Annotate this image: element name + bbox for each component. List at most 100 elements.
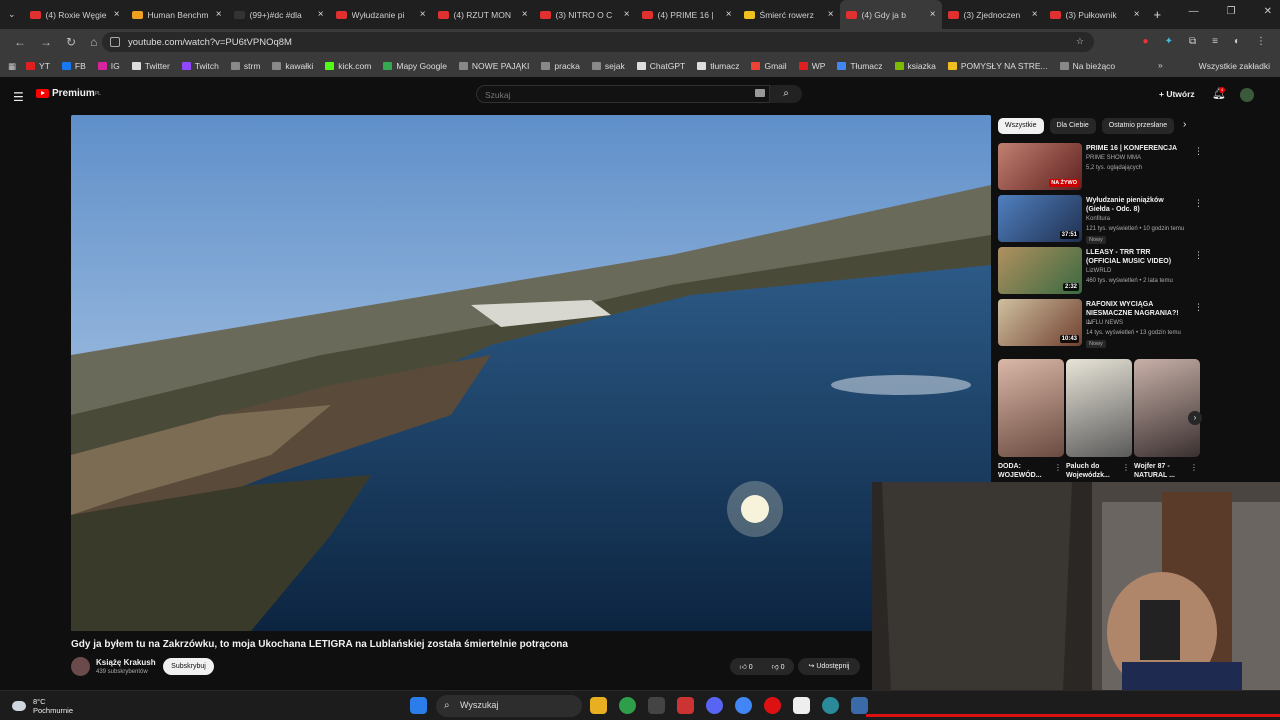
shorts-next-icon[interactable]: › bbox=[1188, 411, 1202, 425]
channel-avatar[interactable] bbox=[71, 657, 90, 676]
browser-tab[interactable]: (3) Pułkownik × bbox=[1044, 0, 1146, 29]
browser-tab[interactable]: (4) RZUT MON × bbox=[432, 0, 534, 29]
channel-name[interactable]: Książę Krakush bbox=[96, 658, 156, 667]
reload-icon[interactable]: ↻ bbox=[66, 35, 76, 49]
opera-icon[interactable] bbox=[764, 697, 781, 714]
browser-tab[interactable]: (3) Zjednoczen × bbox=[942, 0, 1044, 29]
bookmark-item[interactable]: NOWE PAJĄKI bbox=[458, 61, 529, 71]
recommended-video[interactable]: NA ŻYWO PRIME 16 | KONFERENCJA PRIME SHOW … bbox=[998, 143, 1203, 193]
bookmark-item[interactable]: kick.com bbox=[325, 61, 371, 71]
site-info-icon[interactable] bbox=[110, 37, 120, 47]
back-icon[interactable]: ← bbox=[14, 35, 26, 49]
extension-icon[interactable]: ✦ bbox=[1165, 36, 1173, 47]
bookmark-item[interactable]: ksiazka bbox=[894, 61, 936, 71]
chrome-icon[interactable] bbox=[735, 697, 752, 714]
short-thumbnail[interactable] bbox=[1066, 359, 1132, 457]
maximize-button[interactable]: ❐ bbox=[1227, 6, 1236, 17]
more-options-icon[interactable]: ⋮ bbox=[1122, 463, 1130, 472]
app-icon[interactable] bbox=[822, 697, 839, 714]
close-tab-icon[interactable]: × bbox=[114, 9, 120, 20]
bookmark-item[interactable]: strm bbox=[230, 61, 260, 71]
browser-tab[interactable]: Wyłudzanie pi × bbox=[330, 0, 432, 29]
chips-next-icon[interactable]: › bbox=[1183, 119, 1186, 130]
more-options-icon[interactable]: ⋮ bbox=[1194, 198, 1203, 209]
close-tab-icon[interactable]: × bbox=[624, 9, 630, 20]
browser-tab[interactable]: (99+)#dc #dla × bbox=[228, 0, 330, 29]
browser-tab[interactable]: Śmierć rowerz × bbox=[738, 0, 840, 29]
close-tab-icon[interactable]: × bbox=[420, 9, 426, 20]
filter-chip[interactable]: Dla Ciebie bbox=[1049, 118, 1096, 134]
minimize-button[interactable]: — bbox=[1189, 6, 1199, 17]
dislike-button[interactable]: 👎︎ 0 bbox=[772, 662, 785, 671]
browser-tab[interactable]: (4) Gdy ja b × bbox=[839, 0, 942, 29]
recommended-video[interactable]: 2:32 LLEASY - TRR TRR (OFFICIAL MUSIC VID… bbox=[998, 247, 1203, 297]
filter-chip[interactable]: Wszystkie bbox=[998, 118, 1044, 134]
like-button[interactable]: 👍︎ 0 bbox=[739, 662, 752, 671]
file-explorer-icon[interactable] bbox=[590, 697, 607, 714]
video-thumbnail[interactable]: NA ŻYWO bbox=[998, 143, 1082, 190]
search-button[interactable]: ⌕ bbox=[770, 85, 802, 103]
bookmark-item[interactable]: Twitter bbox=[131, 61, 170, 71]
app-icon[interactable] bbox=[793, 697, 810, 714]
weather-widget[interactable]: 8°C Pochmurnie bbox=[12, 697, 73, 715]
video-thumbnail[interactable]: 37:51 bbox=[998, 195, 1082, 242]
media-icon[interactable]: ≡ bbox=[1212, 36, 1218, 47]
more-options-icon[interactable]: ⋮ bbox=[1194, 302, 1203, 313]
close-tab-icon[interactable]: × bbox=[930, 9, 936, 20]
close-tab-icon[interactable]: × bbox=[1032, 9, 1038, 20]
close-tab-icon[interactable]: × bbox=[522, 9, 528, 20]
bookmark-item[interactable]: tłumacz bbox=[697, 61, 739, 71]
bookmark-item[interactable]: POMYSŁY NA STRE... bbox=[947, 61, 1048, 71]
short-title[interactable]: DODA: WOJEWÓD... bbox=[998, 462, 1054, 480]
home-icon[interactable]: ⌂ bbox=[90, 35, 97, 49]
share-button[interactable]: ↪ Udostępnij bbox=[798, 658, 860, 675]
more-bookmarks-icon[interactable]: » bbox=[1158, 60, 1163, 70]
discord-icon[interactable] bbox=[706, 697, 723, 714]
close-window-button[interactable]: ✕ bbox=[1264, 6, 1272, 17]
menu-icon[interactable]: ⋮ bbox=[1256, 36, 1266, 47]
forward-icon[interactable]: → bbox=[40, 35, 52, 49]
profile-icon[interactable]: ◐ bbox=[1234, 36, 1240, 47]
more-options-icon[interactable]: ⋮ bbox=[1194, 146, 1203, 157]
new-tab-button[interactable]: + bbox=[1154, 7, 1162, 22]
video-thumbnail[interactable]: 2:32 bbox=[998, 247, 1082, 294]
subscribe-button[interactable]: Subskrybuj bbox=[163, 658, 214, 675]
bookmark-item[interactable]: sejak bbox=[591, 61, 625, 71]
bookmark-item[interactable]: WP bbox=[798, 61, 825, 71]
video-player[interactable] bbox=[71, 115, 991, 631]
bookmark-item[interactable]: FB bbox=[61, 61, 86, 71]
bookmark-item[interactable]: Twitch bbox=[181, 61, 219, 71]
close-tab-icon[interactable]: × bbox=[318, 9, 324, 20]
browser-tab[interactable]: (4) PRIME 16 | × bbox=[636, 0, 738, 29]
recommended-channel[interactable]: INFLU NEWS bbox=[1086, 320, 1123, 326]
bookmark-item[interactable]: IG bbox=[97, 61, 120, 71]
search-input[interactable]: Szukaj bbox=[476, 85, 770, 103]
close-tab-icon[interactable]: × bbox=[216, 9, 222, 20]
all-bookmarks[interactable]: Wszystkie zakładki bbox=[1199, 61, 1270, 71]
video-thumbnail[interactable]: 10:43 bbox=[998, 299, 1082, 346]
create-button[interactable]: + Utwórz bbox=[1159, 89, 1195, 99]
bookmark-item[interactable]: Gmail bbox=[751, 61, 787, 71]
menu-hamburger-icon[interactable]: ☰ bbox=[13, 90, 24, 104]
app-icon[interactable] bbox=[648, 697, 665, 714]
browser-tab[interactable]: (3) NITRO O C × bbox=[534, 0, 636, 29]
bookmark-item[interactable]: kawałki bbox=[272, 61, 313, 71]
recommended-title[interactable]: LLEASY - TRR TRR (OFFICIAL MUSIC VIDEO) bbox=[1086, 248, 1186, 266]
close-tab-icon[interactable]: × bbox=[828, 9, 834, 20]
browser-tab[interactable]: Human Benchm × bbox=[126, 0, 228, 29]
apps-icon[interactable]: ▦ bbox=[8, 61, 16, 72]
short-thumbnail[interactable] bbox=[998, 359, 1064, 457]
start-icon[interactable] bbox=[410, 697, 427, 714]
recommended-title[interactable]: Wyłudzanie pieniążków (Giełda - Odc. 8) bbox=[1086, 196, 1186, 214]
recommended-channel[interactable]: LizWRLD bbox=[1086, 268, 1111, 274]
app-icon[interactable] bbox=[677, 697, 694, 714]
recommended-channel[interactable]: PRIME SHOW MMA bbox=[1086, 155, 1141, 161]
puzzle-icon[interactable]: ⧉ bbox=[1189, 36, 1196, 47]
extension-record-icon[interactable]: ● bbox=[1143, 36, 1149, 47]
short-title[interactable]: Paluch do Wojewódzk... bbox=[1066, 462, 1122, 480]
url-field[interactable]: youtube.com/watch?v=PU6tVPNOq8M ☆ bbox=[102, 32, 1094, 52]
bookmark-star-icon[interactable]: ☆ bbox=[1076, 36, 1084, 47]
bookmark-item[interactable]: Na bieżąco bbox=[1059, 61, 1115, 71]
recommended-title[interactable]: PRIME 16 | KONFERENCJA bbox=[1086, 144, 1186, 153]
youtube-logo[interactable]: Premium PL bbox=[36, 88, 101, 99]
